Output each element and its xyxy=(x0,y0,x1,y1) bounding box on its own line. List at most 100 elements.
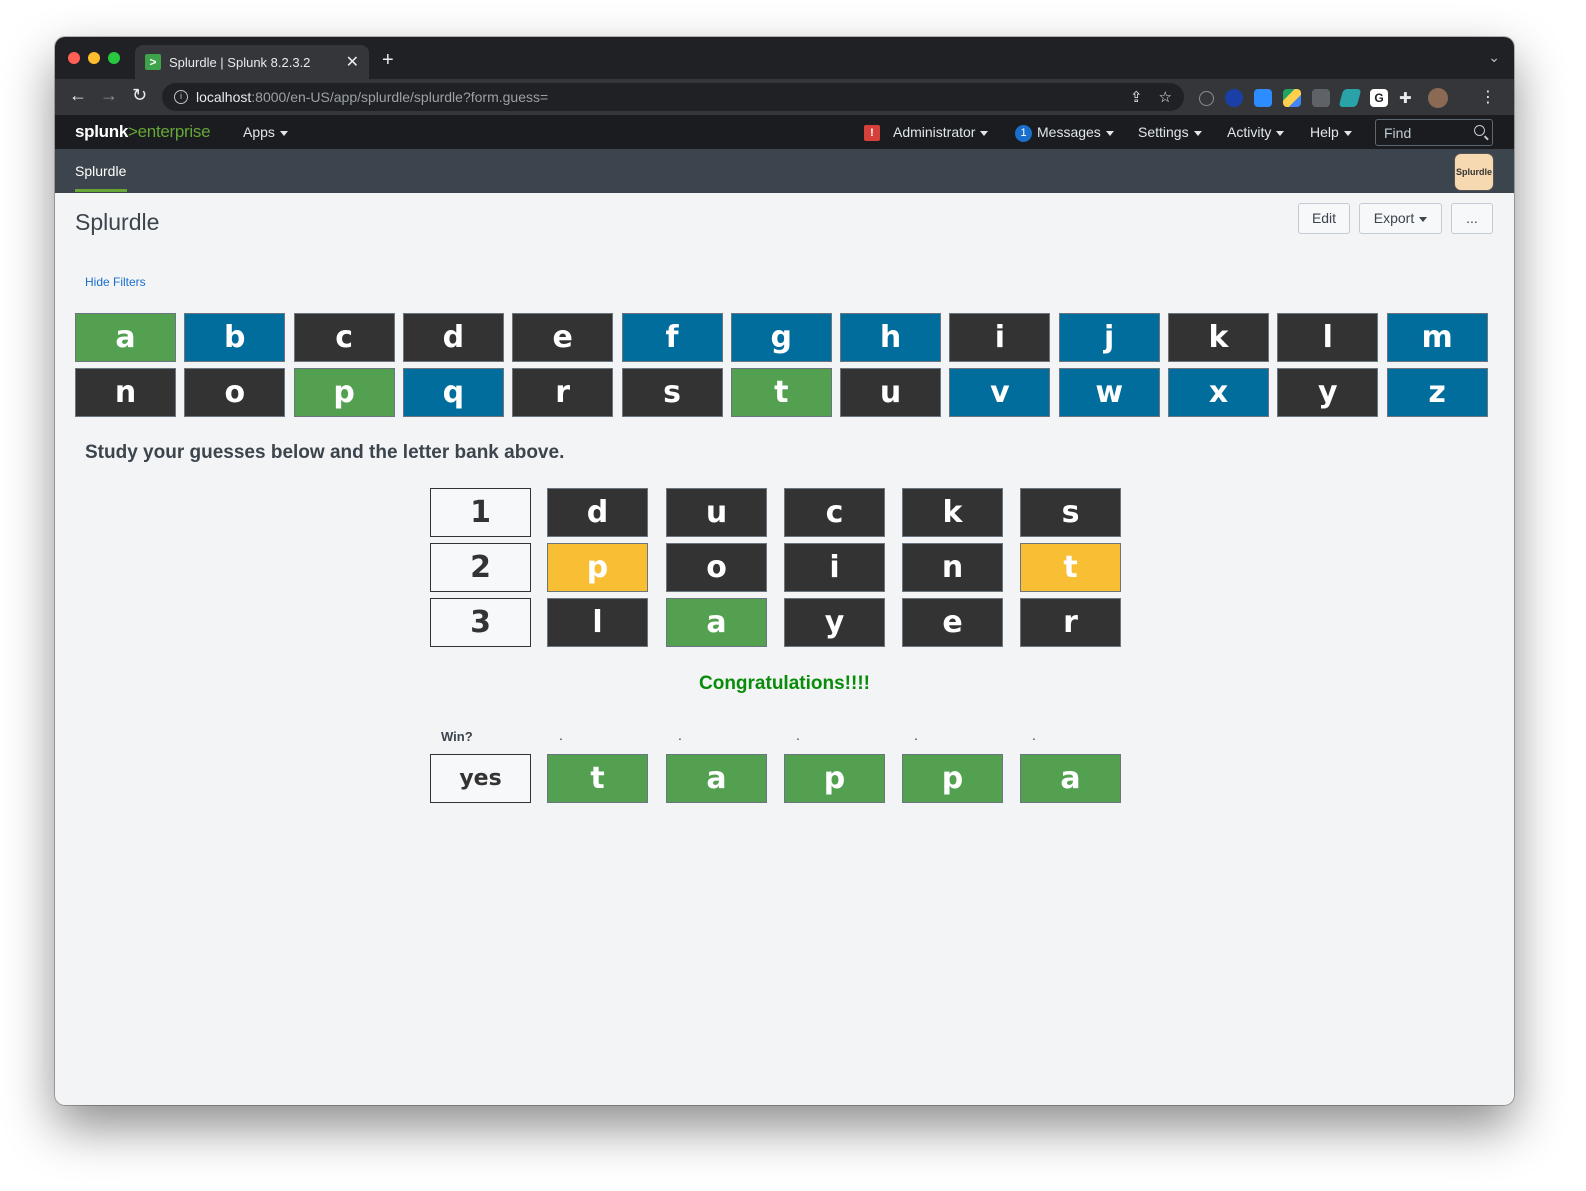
extension-circle-icon[interactable] xyxy=(1225,89,1243,107)
hide-filters-link[interactable]: Hide Filters xyxy=(85,275,146,289)
caret-down-icon xyxy=(1343,130,1352,136)
answer-letter-tile: p xyxy=(784,754,885,803)
letter-column-label: . xyxy=(796,727,800,743)
caret-down-icon xyxy=(980,130,989,136)
splunk-favicon-icon: > xyxy=(145,54,161,70)
app-logo: Splurdle xyxy=(1454,153,1494,191)
letter-bank-tile: n xyxy=(75,368,176,417)
caret-down-icon xyxy=(1419,216,1428,222)
guess-letter-tile: s xyxy=(1020,488,1121,537)
guess-letter-tile: l xyxy=(547,598,648,647)
letter-bank-tile: v xyxy=(949,368,1051,417)
app-nav-splurdle[interactable]: Splurdle xyxy=(75,163,126,179)
splunk-bar: splunk>enterprise Apps ! Administrator 1M… xyxy=(55,115,1514,149)
reload-icon[interactable]: ↻ xyxy=(132,85,147,106)
browser-tab[interactable]: > Splurdle | Splunk 8.2.3.2 ✕ xyxy=(135,45,369,79)
messages-count-badge: 1 xyxy=(1015,124,1032,142)
guess-letter-tile: c xyxy=(784,488,885,537)
guess-letter-tile: u xyxy=(666,488,767,537)
zoom-extension-icon[interactable] xyxy=(1254,89,1272,107)
alert-icon: ! xyxy=(864,125,880,142)
letter-bank-tile: r xyxy=(512,368,614,417)
guess-letter-tile: a xyxy=(666,598,767,647)
guess-letter-tile: n xyxy=(902,543,1003,592)
letter-bank-tile: e xyxy=(512,313,614,362)
letter-bank-tile: x xyxy=(1168,368,1269,417)
help-menu[interactable]: Help xyxy=(1310,124,1352,140)
letter-column-label: . xyxy=(1032,727,1036,743)
extension-info-icon[interactable] xyxy=(1199,90,1214,106)
letter-column-label: . xyxy=(914,727,918,743)
tab-title: Splurdle | Splunk 8.2.3.2 xyxy=(169,54,311,70)
close-window-button[interactable] xyxy=(68,52,80,64)
back-icon[interactable]: ← xyxy=(69,85,87,106)
minimize-window-button[interactable] xyxy=(88,52,100,64)
guess-letter-tile: k xyxy=(902,488,1003,537)
win-column-label: Win? xyxy=(441,729,473,744)
activity-menu[interactable]: Activity xyxy=(1227,124,1285,140)
guess-number: 3 xyxy=(430,598,531,647)
letter-bank-tile: g xyxy=(730,313,832,362)
letter-bank-tile: j xyxy=(1058,313,1160,362)
letter-bank-tile: z xyxy=(1386,368,1488,417)
browser-window: > Splurdle | Splunk 8.2.3.2 ✕ + ⌄ ← → ↻ … xyxy=(55,37,1514,1105)
caret-down-icon xyxy=(279,130,288,136)
caret-down-icon xyxy=(1276,130,1285,136)
guess-letter-tile: d xyxy=(547,488,648,537)
extension-feather-icon[interactable] xyxy=(1338,89,1362,107)
app-bar: Splurdle Splurdle xyxy=(55,149,1514,193)
edit-button[interactable]: Edit xyxy=(1298,203,1350,234)
letter-bank-tile: f xyxy=(621,313,723,362)
answer-letter-tile: a xyxy=(666,754,767,803)
congratulations-message: Congratulations!!!! xyxy=(699,673,870,694)
instructions-text: Study your guesses below and the letter … xyxy=(85,442,565,463)
administrator-menu[interactable]: ! Administrator xyxy=(864,124,989,142)
letter-bank-tile: k xyxy=(1168,313,1269,362)
splunk-logo[interactable]: splunk>enterprise xyxy=(75,122,211,142)
guess-letter-tile: e xyxy=(902,598,1003,647)
more-actions-button[interactable]: ... xyxy=(1451,203,1493,234)
export-button[interactable]: Export xyxy=(1359,203,1442,234)
letter-bank-tile: q xyxy=(402,368,504,417)
letter-bank-tile: p xyxy=(293,368,395,417)
google-drive-icon[interactable] xyxy=(1283,89,1301,107)
extension-grid-icon[interactable] xyxy=(1312,89,1330,107)
profile-avatar[interactable] xyxy=(1428,88,1448,108)
active-tab-indicator xyxy=(75,189,127,192)
bookmark-star-icon[interactable]: ☆ xyxy=(1159,88,1172,106)
letter-bank-tile: m xyxy=(1386,313,1488,362)
letter-column-label: . xyxy=(678,727,682,743)
guess-number: 2 xyxy=(430,543,531,592)
messages-menu[interactable]: 1 Messages xyxy=(1015,124,1114,142)
letter-bank-tile: t xyxy=(730,368,832,417)
search-icon xyxy=(1474,125,1485,136)
letter-bank-tile: l xyxy=(1277,313,1379,362)
address-bar-row: ← → ↻ i localhost:8000/en-US/app/splurdl… xyxy=(55,79,1514,115)
maximize-window-button[interactable] xyxy=(108,52,120,64)
guess-letter-tile: r xyxy=(1020,598,1121,647)
letter-bank-tile: o xyxy=(184,368,286,417)
letter-bank-tile: u xyxy=(840,368,942,417)
extensions-puzzle-icon[interactable]: ✚ xyxy=(1399,89,1417,107)
letter-bank-tile: d xyxy=(402,313,504,362)
url-path: :8000/en-US/app/splurdle/splurdle?form.g… xyxy=(251,89,549,105)
settings-menu[interactable]: Settings xyxy=(1138,124,1202,140)
find-input[interactable]: Find xyxy=(1375,119,1493,146)
close-tab-icon[interactable]: ✕ xyxy=(346,52,359,72)
letter-bank-tile: y xyxy=(1277,368,1379,417)
forward-icon[interactable]: → xyxy=(100,85,118,106)
guess-letter-tile: i xyxy=(784,543,885,592)
apps-menu[interactable]: Apps xyxy=(243,124,288,140)
url-field[interactable]: i localhost:8000/en-US/app/splurdle/splu… xyxy=(162,83,1184,111)
site-info-icon[interactable]: i xyxy=(174,90,188,104)
guess-letter-tile: o xyxy=(666,543,767,592)
page-title: Splurdle xyxy=(75,209,160,235)
caret-down-icon xyxy=(1193,130,1202,136)
browser-menu-icon[interactable]: ⋮ xyxy=(1480,87,1496,107)
guess-letter-tile: p xyxy=(547,543,648,592)
share-icon[interactable]: ⇪ xyxy=(1130,88,1143,106)
letter-bank-tile: b xyxy=(184,313,286,362)
new-tab-icon[interactable]: + xyxy=(382,49,394,72)
grammarly-icon[interactable]: G xyxy=(1370,89,1388,107)
tab-search-chevron-icon[interactable]: ⌄ xyxy=(1488,49,1500,66)
